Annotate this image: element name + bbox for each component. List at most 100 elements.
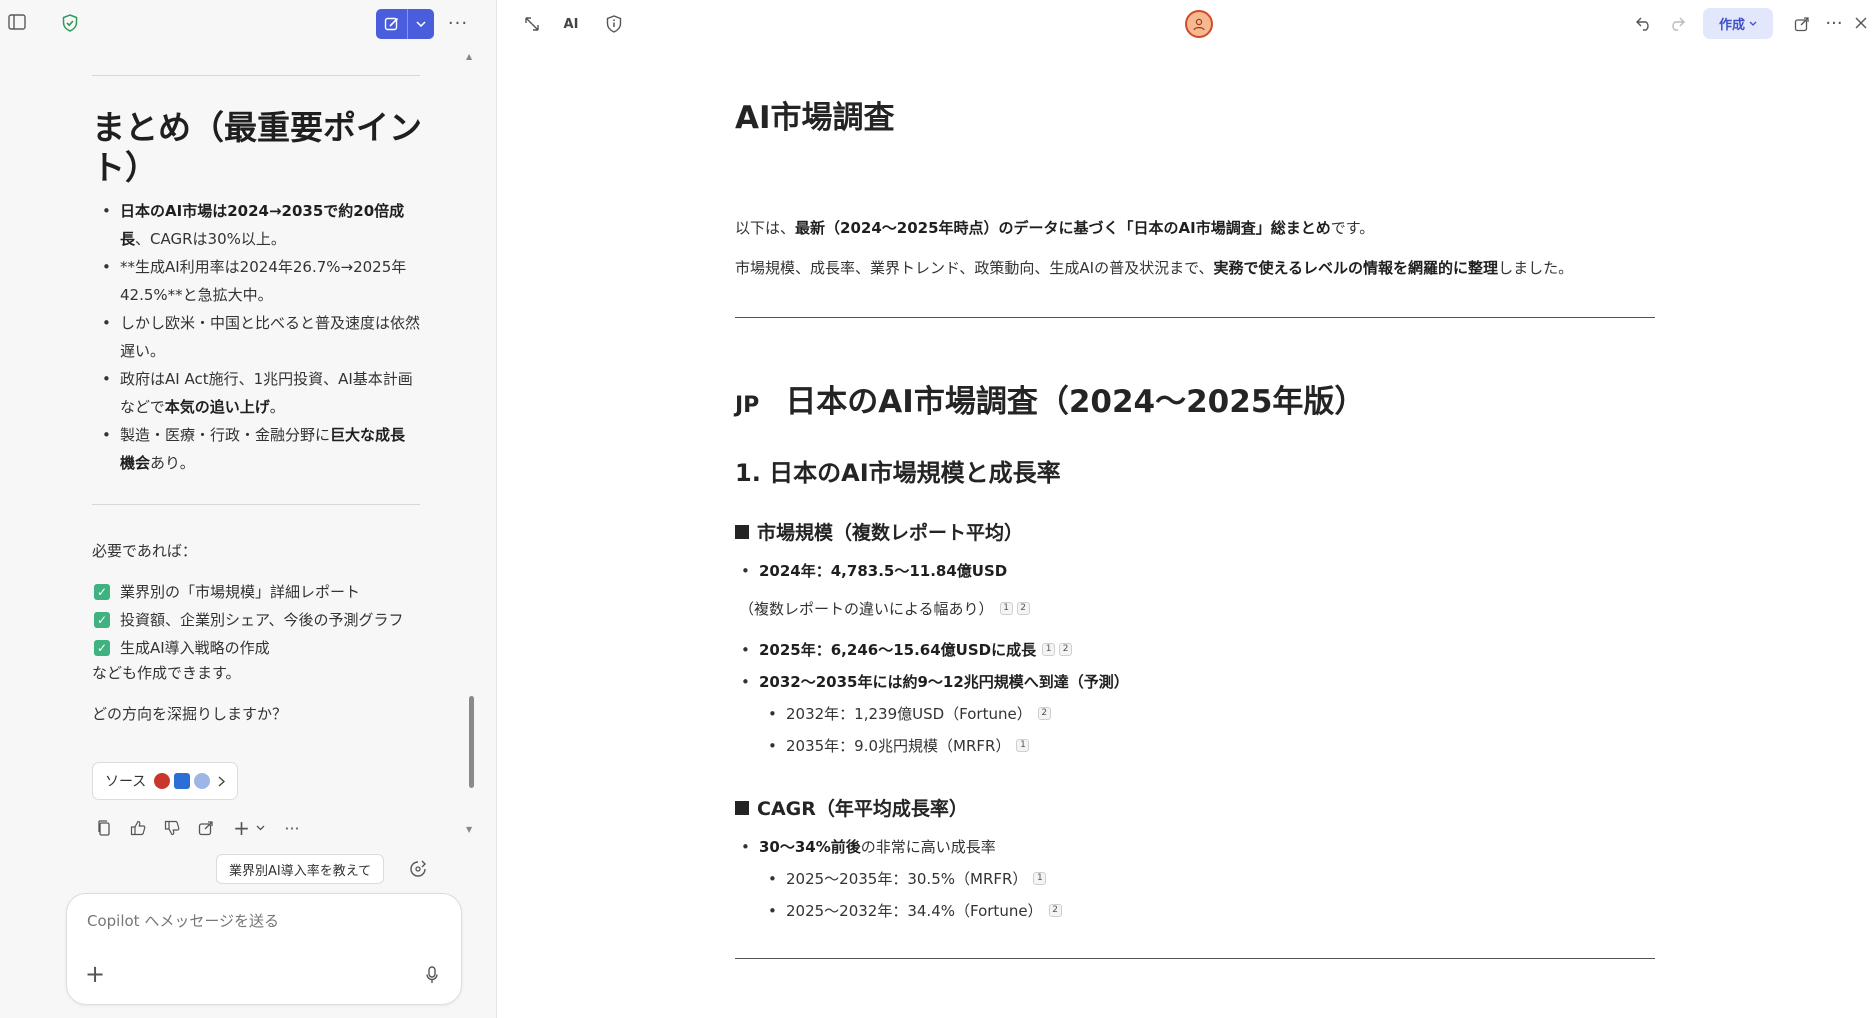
square-bullet-icon (735, 800, 749, 815)
list-item-text: 。 (269, 398, 285, 416)
document-toolbar: AI 作成 ··· (497, 0, 1873, 48)
redo-icon[interactable] (1666, 13, 1688, 35)
sources-button[interactable]: ソース (92, 762, 239, 800)
list-item: 日本のAI市場は2024→2035で約20倍成長、CAGRは30%以上。 (100, 197, 420, 253)
citation-badge[interactable]: 1 (1033, 872, 1047, 885)
chat-scrollbar[interactable] (469, 696, 474, 788)
more-options-icon[interactable]: ··· (282, 818, 302, 838)
divider (92, 504, 420, 505)
chevron-down-icon[interactable] (408, 9, 434, 39)
citation-badge[interactable]: 2 (1059, 643, 1073, 656)
heading-text: CAGR（年平均成長率） (757, 798, 968, 820)
options-outro: なども作成できます。 (92, 664, 241, 682)
text: しました。 (1498, 259, 1574, 277)
user-icon (1193, 18, 1205, 31)
list-item-bold: 2032〜2035年には約9〜12兆円規模へ到達（予測） (759, 673, 1129, 691)
sidebar-toggle-icon[interactable] (6, 11, 28, 33)
subsection-heading: 1. 日本のAI市場規模と成長率 (735, 459, 1061, 487)
option-text: 業界別の「市場規模」詳細レポート (120, 583, 361, 601)
list-item: ✓ 業界別の「市場規模」詳細レポート (94, 578, 404, 606)
checkmark-icon: ✓ (94, 612, 110, 628)
share-icon[interactable] (196, 818, 216, 838)
ai-button[interactable]: AI (559, 13, 583, 35)
option-text: 投資額、企業別シェア、今後の予測グラフ (120, 611, 404, 629)
new-chat-split-button (376, 9, 434, 39)
citation-badge[interactable]: 1 (1016, 739, 1030, 752)
text-bold: 実務で使えるレベルの情報を網羅的に整理 (1213, 259, 1499, 277)
section-heading-text: 日本のAI市場調査（2024〜2025年版） (785, 384, 1366, 420)
thumbs-down-icon[interactable] (162, 818, 182, 838)
chevron-right-icon (218, 775, 226, 787)
add-plus-icon[interactable]: + (230, 816, 268, 840)
attach-plus-icon[interactable]: + (83, 960, 107, 988)
summary-heading: まとめ（最重要ポイント） (92, 108, 422, 187)
list-item-bold: 2024年：4,783.5〜11.84億USD (759, 562, 1008, 580)
follow-up-question: どの方向を深掘りしますか？ (92, 705, 288, 723)
scroll-down-icon[interactable]: ▼ (466, 825, 472, 834)
list-item: 製造・医療・行政・金融分野に巨大な成長機会あり。 (100, 421, 420, 477)
list-item: ✓ 投資額、企業別シェア、今後の予測グラフ (94, 606, 404, 634)
citation-badge[interactable]: 2 (1037, 707, 1051, 720)
new-chat-button[interactable] (376, 9, 408, 39)
citation-badge[interactable]: 1 (1042, 643, 1056, 656)
sources-label: ソース (105, 774, 147, 790)
text: の非常に高い成長率 (860, 838, 996, 856)
list-item: 政府はAI Act施行、1兆円投資、AI基本計画などで本気の追い上げ。 (100, 365, 420, 421)
divider (735, 958, 1655, 959)
chat-toolbar: ··· (0, 0, 496, 48)
text: 2025〜2035年：30.5%（MRFR） (786, 870, 1028, 888)
list-item-text: しかし欧米・中国と比べると普及速度は依然遅い。 (120, 314, 421, 360)
sub-list-item: 2035年：9.0兆円規模（MRFR） 1 (768, 735, 1030, 756)
text-bold: 最新（2024〜2025年時点）のデータに基づく「日本のAI市場調査」総まとめ (795, 219, 1331, 237)
citation-badge[interactable]: 2 (1016, 602, 1030, 615)
list-item: 2024年：4,783.5〜11.84億USD (741, 560, 1008, 581)
collapse-arrows-icon[interactable] (521, 13, 543, 35)
message-input[interactable] (87, 908, 437, 934)
shield-check-icon[interactable] (59, 12, 81, 34)
source-favicon-icon (194, 773, 211, 789)
list-item: **生成AI利用率は2024年26.7%→2025年42.5%**と急拡大中。 (100, 253, 420, 309)
message-actions: + ··· (94, 816, 302, 840)
scroll-up-icon[interactable]: ▲ (466, 52, 472, 61)
create-button[interactable]: 作成 (1703, 8, 1773, 39)
sparkle-refresh-icon[interactable] (406, 857, 430, 881)
sub-list-item: 2025〜2035年：30.5%（MRFR） 1 (768, 868, 1047, 889)
options-list: ✓ 業界別の「市場規模」詳細レポート ✓ 投資額、企業別シェア、今後の予測グラフ ✓… (94, 578, 404, 662)
list-item-text: 製造・医療・行政・金融分野に (120, 426, 331, 444)
more-options-icon[interactable]: ··· (446, 12, 470, 34)
text: 2025〜2032年：34.4%（Fortune） (786, 902, 1043, 920)
list-item-text: 、CAGRは30%以上。 (135, 230, 286, 248)
list-item-bold: 30〜34%前後 (759, 838, 861, 856)
copy-icon[interactable] (94, 818, 114, 838)
citation-badge[interactable]: 1 (999, 602, 1013, 615)
jp-flag-icon: JP (735, 393, 760, 418)
list-item: 2032〜2035年には約9〜12兆円規模へ到達（予測） (741, 671, 1129, 692)
avatar[interactable] (1185, 10, 1213, 38)
checkmark-icon: ✓ (94, 640, 110, 656)
close-icon[interactable] (1851, 12, 1871, 34)
thumbs-up-icon[interactable] (128, 818, 148, 838)
heading-text: 市場規模（複数レポート平均） (757, 522, 1024, 544)
list-item-bold: 本気の追い上げ (164, 398, 270, 416)
undo-icon[interactable] (1633, 13, 1655, 35)
chat-message-list[interactable]: まとめ（最重要ポイント） 日本のAI市場は2024→2035で約20倍成長、CA… (0, 48, 496, 888)
more-options-icon[interactable]: ··· (1823, 12, 1845, 34)
share-icon[interactable] (1791, 13, 1813, 35)
message-composer: + (66, 893, 462, 1005)
shield-info-icon[interactable] (603, 13, 625, 35)
suggestion-chip[interactable]: 業界別AI導入率を教えて (216, 854, 385, 884)
text: 以下は、 (735, 219, 796, 237)
intro-paragraph: 市場規模、成長率、業界トレンド、政策動向、生成AIの普及状況まで、実務で使えるレ… (735, 257, 1573, 278)
citation-badge[interactable]: 2 (1048, 904, 1062, 917)
create-button-label: 作成 (1718, 18, 1745, 33)
list-item-bold: 2025年：6,246〜15.64億USDに成長 (759, 641, 1037, 659)
microphone-icon[interactable] (421, 964, 443, 986)
checkmark-icon: ✓ (94, 584, 110, 600)
list-item: 2025年：6,246〜15.64億USDに成長 1 2 (741, 639, 1073, 660)
text: 市場規模、成長率、業界トレンド、政策動向、生成AIの普及状況まで、 (735, 259, 1214, 277)
text: です。 (1330, 219, 1375, 237)
divider (92, 75, 420, 76)
text: 2035年：9.0兆円規模（MRFR） (786, 737, 1011, 755)
sub-list-item: 2025〜2032年：34.4%（Fortune） 2 (768, 900, 1062, 921)
square-bullet-icon (735, 524, 749, 539)
